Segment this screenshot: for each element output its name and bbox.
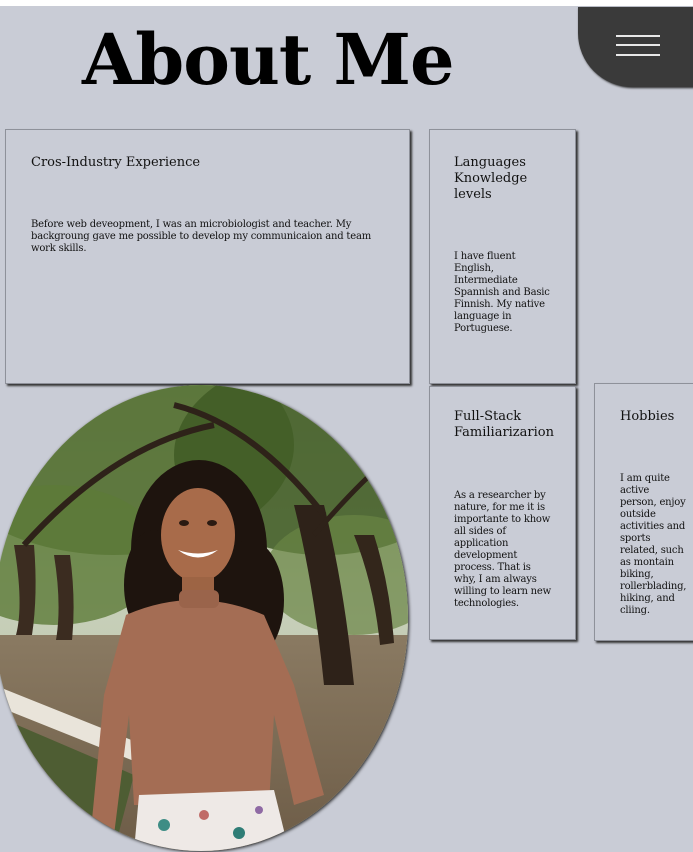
fullstack-heading: Full-Stack Familiarizarion — [454, 409, 554, 440]
page-title: About Me — [82, 18, 455, 101]
hobbies-card: Hobbies I am quite active person, enjoy … — [594, 383, 693, 641]
hamburger-menu-button[interactable] — [578, 7, 693, 87]
fullstack-text: As a researcher by nature, for me it is … — [454, 490, 551, 609]
experience-text: Before web deveopment, I was an microbio… — [31, 219, 371, 254]
languages-heading: Languages Knowledge levels — [454, 155, 528, 202]
top-border — [0, 0, 693, 6]
hobbies-text: I am quite active person, enjoy outside … — [620, 473, 687, 616]
profile-photo — [0, 385, 408, 851]
profile-photo-illustration — [0, 385, 408, 851]
hamburger-menu-icon — [616, 35, 660, 37]
languages-card: Languages Knowledge levels I have fluent… — [429, 129, 576, 384]
hamburger-menu-icon-line — [616, 44, 660, 46]
languages-text: I have fluent English, Intermediate Span… — [454, 251, 550, 334]
hamburger-menu-icon-line — [616, 54, 660, 56]
fullstack-card: Full-Stack Familiarizarion As a research… — [429, 386, 576, 640]
experience-card: Cros-Industry Experience Before web deve… — [5, 129, 410, 384]
experience-heading: Cros-Industry Experience — [31, 155, 201, 170]
hobbies-heading: Hobbies — [620, 409, 675, 424]
